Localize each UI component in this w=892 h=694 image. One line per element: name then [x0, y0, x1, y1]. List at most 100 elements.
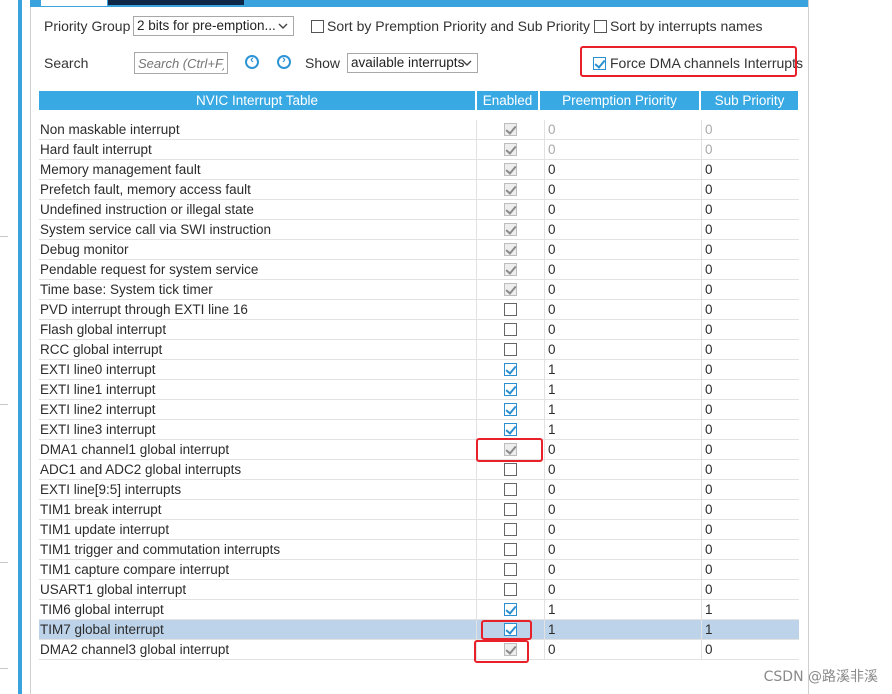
sub-priority-cell[interactable]: 0 [701, 300, 803, 319]
table-row[interactable]: TIM1 break interrupt 0 0 [39, 500, 799, 520]
preemption-priority-cell[interactable]: 0 [544, 200, 703, 219]
column-header-name[interactable]: NVIC Interrupt Table [39, 91, 475, 110]
enabled-checkbox[interactable] [504, 603, 517, 616]
enabled-checkbox[interactable] [504, 343, 517, 356]
table-row[interactable]: TIM7 global interrupt 1 1 [39, 620, 799, 640]
preemption-priority-cell[interactable]: 0 [544, 340, 703, 359]
sort-priority-checkbox[interactable] [311, 20, 324, 33]
enabled-checkbox[interactable] [504, 423, 517, 436]
table-row[interactable]: Non maskable interrupt 0 0 [39, 120, 799, 140]
sub-priority-cell[interactable]: 0 [701, 360, 803, 379]
table-row[interactable]: TIM1 capture compare interrupt 0 0 [39, 560, 799, 580]
preemption-priority-cell[interactable]: 1 [544, 600, 703, 619]
sub-priority-cell[interactable]: 0 [701, 580, 803, 599]
preemption-priority-cell[interactable]: 0 [544, 520, 703, 539]
table-row[interactable]: EXTI line0 interrupt 1 0 [39, 360, 799, 380]
enabled-checkbox[interactable] [504, 523, 517, 536]
preemption-priority-cell[interactable]: 0 [544, 440, 703, 459]
table-row[interactable]: TIM6 global interrupt 1 1 [39, 600, 799, 620]
preemption-priority-cell[interactable]: 0 [544, 320, 703, 339]
enabled-checkbox[interactable] [504, 403, 517, 416]
enabled-checkbox[interactable] [504, 543, 517, 556]
force-dma-checkbox[interactable] [593, 57, 606, 70]
enabled-checkbox[interactable] [504, 503, 517, 516]
sub-priority-cell[interactable]: 0 [701, 560, 803, 579]
table-row[interactable]: ADC1 and ADC2 global interrupts 0 0 [39, 460, 799, 480]
preemption-priority-cell[interactable]: 0 [544, 300, 703, 319]
preemption-priority-cell[interactable]: 0 [544, 260, 703, 279]
table-row[interactable]: Pendable request for system service 0 0 [39, 260, 799, 280]
preemption-priority-cell[interactable]: 0 [544, 540, 703, 559]
preemption-priority-cell[interactable]: 0 [544, 460, 703, 479]
sub-priority-cell[interactable]: 0 [701, 540, 803, 559]
preemption-priority-cell[interactable]: 0 [544, 640, 703, 659]
preemption-priority-cell[interactable]: 0 [544, 560, 703, 579]
table-row[interactable]: Time base: System tick timer 0 0 [39, 280, 799, 300]
enabled-checkbox[interactable] [504, 383, 517, 396]
show-select[interactable]: available interrupts [347, 53, 478, 73]
enabled-checkbox[interactable] [504, 363, 517, 376]
preemption-priority-cell[interactable]: 0 [544, 240, 703, 259]
sub-priority-cell[interactable]: 0 [701, 180, 803, 199]
enabled-checkbox[interactable] [504, 563, 517, 576]
sub-priority-cell[interactable]: 0 [701, 200, 803, 219]
table-row[interactable]: TIM1 trigger and commutation interrupts 0… [39, 540, 799, 560]
search-input[interactable] [134, 52, 228, 74]
tab-nvic[interactable] [40, 0, 108, 7]
table-row[interactable]: Flash global interrupt 0 0 [39, 320, 799, 340]
preemption-priority-cell[interactable]: 0 [544, 220, 703, 239]
priority-group-select[interactable]: 2 bits for pre-emption... [133, 16, 294, 36]
table-row[interactable]: TIM1 update interrupt 0 0 [39, 520, 799, 540]
sub-priority-cell[interactable]: 1 [701, 600, 803, 619]
preemption-priority-cell[interactable]: 0 [544, 280, 703, 299]
enabled-checkbox[interactable] [504, 303, 517, 316]
table-row[interactable]: System service call via SWI instruction 0… [39, 220, 799, 240]
preemption-priority-cell[interactable]: 1 [544, 420, 703, 439]
table-row[interactable]: EXTI line1 interrupt 1 0 [39, 380, 799, 400]
table-row[interactable]: Undefined instruction or illegal state 0 0 [39, 200, 799, 220]
sub-priority-cell[interactable]: 0 [701, 380, 803, 399]
sub-priority-cell[interactable]: 0 [701, 520, 803, 539]
sub-priority-cell[interactable]: 0 [701, 240, 803, 259]
table-row[interactable]: RCC global interrupt 0 0 [39, 340, 799, 360]
enabled-checkbox[interactable] [504, 623, 517, 636]
sub-priority-cell[interactable]: 1 [701, 620, 803, 639]
preemption-priority-cell[interactable]: 0 [544, 180, 703, 199]
preemption-priority-cell[interactable]: 0 [544, 580, 703, 599]
column-header-sub-priority[interactable]: Sub Priority [701, 91, 798, 110]
sub-priority-cell[interactable]: 0 [701, 280, 803, 299]
sub-priority-cell[interactable]: 0 [701, 220, 803, 239]
preemption-priority-cell[interactable]: 1 [544, 380, 703, 399]
table-row[interactable]: DMA1 channel1 global interrupt 0 0 [39, 440, 799, 460]
sub-priority-cell[interactable]: 0 [701, 500, 803, 519]
preemption-priority-cell[interactable]: 1 [544, 400, 703, 419]
preemption-priority-cell[interactable]: 1 [544, 620, 703, 639]
sub-priority-cell[interactable]: 0 [701, 460, 803, 479]
sub-priority-cell[interactable]: 0 [701, 320, 803, 339]
sub-priority-cell[interactable]: 0 [701, 340, 803, 359]
sub-priority-cell[interactable]: 0 [701, 160, 803, 179]
enabled-checkbox[interactable] [504, 583, 517, 596]
preemption-priority-cell[interactable]: 0 [544, 160, 703, 179]
column-header-enabled[interactable]: Enabled [477, 91, 538, 110]
table-row[interactable]: Debug monitor 0 0 [39, 240, 799, 260]
enabled-checkbox[interactable] [504, 323, 517, 336]
sub-priority-cell[interactable]: 0 [701, 480, 803, 499]
preemption-priority-cell[interactable]: 0 [544, 500, 703, 519]
enabled-checkbox[interactable] [504, 463, 517, 476]
search-next-button[interactable]: › [277, 54, 291, 69]
search-prev-button[interactable]: ‹ [245, 54, 259, 69]
sub-priority-cell[interactable]: 0 [701, 420, 803, 439]
preemption-priority-cell[interactable]: 1 [544, 360, 703, 379]
table-row[interactable]: USART1 global interrupt 0 0 [39, 580, 799, 600]
table-row[interactable]: Prefetch fault, memory access fault 0 0 [39, 180, 799, 200]
tab-code-generation[interactable] [108, 0, 244, 5]
column-header-preemption[interactable]: Preemption Priority [540, 91, 699, 110]
sub-priority-cell[interactable]: 0 [701, 440, 803, 459]
table-row[interactable]: EXTI line3 interrupt 1 0 [39, 420, 799, 440]
sort-names-checkbox[interactable] [594, 20, 607, 33]
table-row[interactable]: Memory management fault 0 0 [39, 160, 799, 180]
table-row[interactable]: DMA2 channel3 global interrupt 0 0 [39, 640, 799, 660]
enabled-checkbox[interactable] [504, 483, 517, 496]
table-row[interactable]: PVD interrupt through EXTI line 16 0 0 [39, 300, 799, 320]
